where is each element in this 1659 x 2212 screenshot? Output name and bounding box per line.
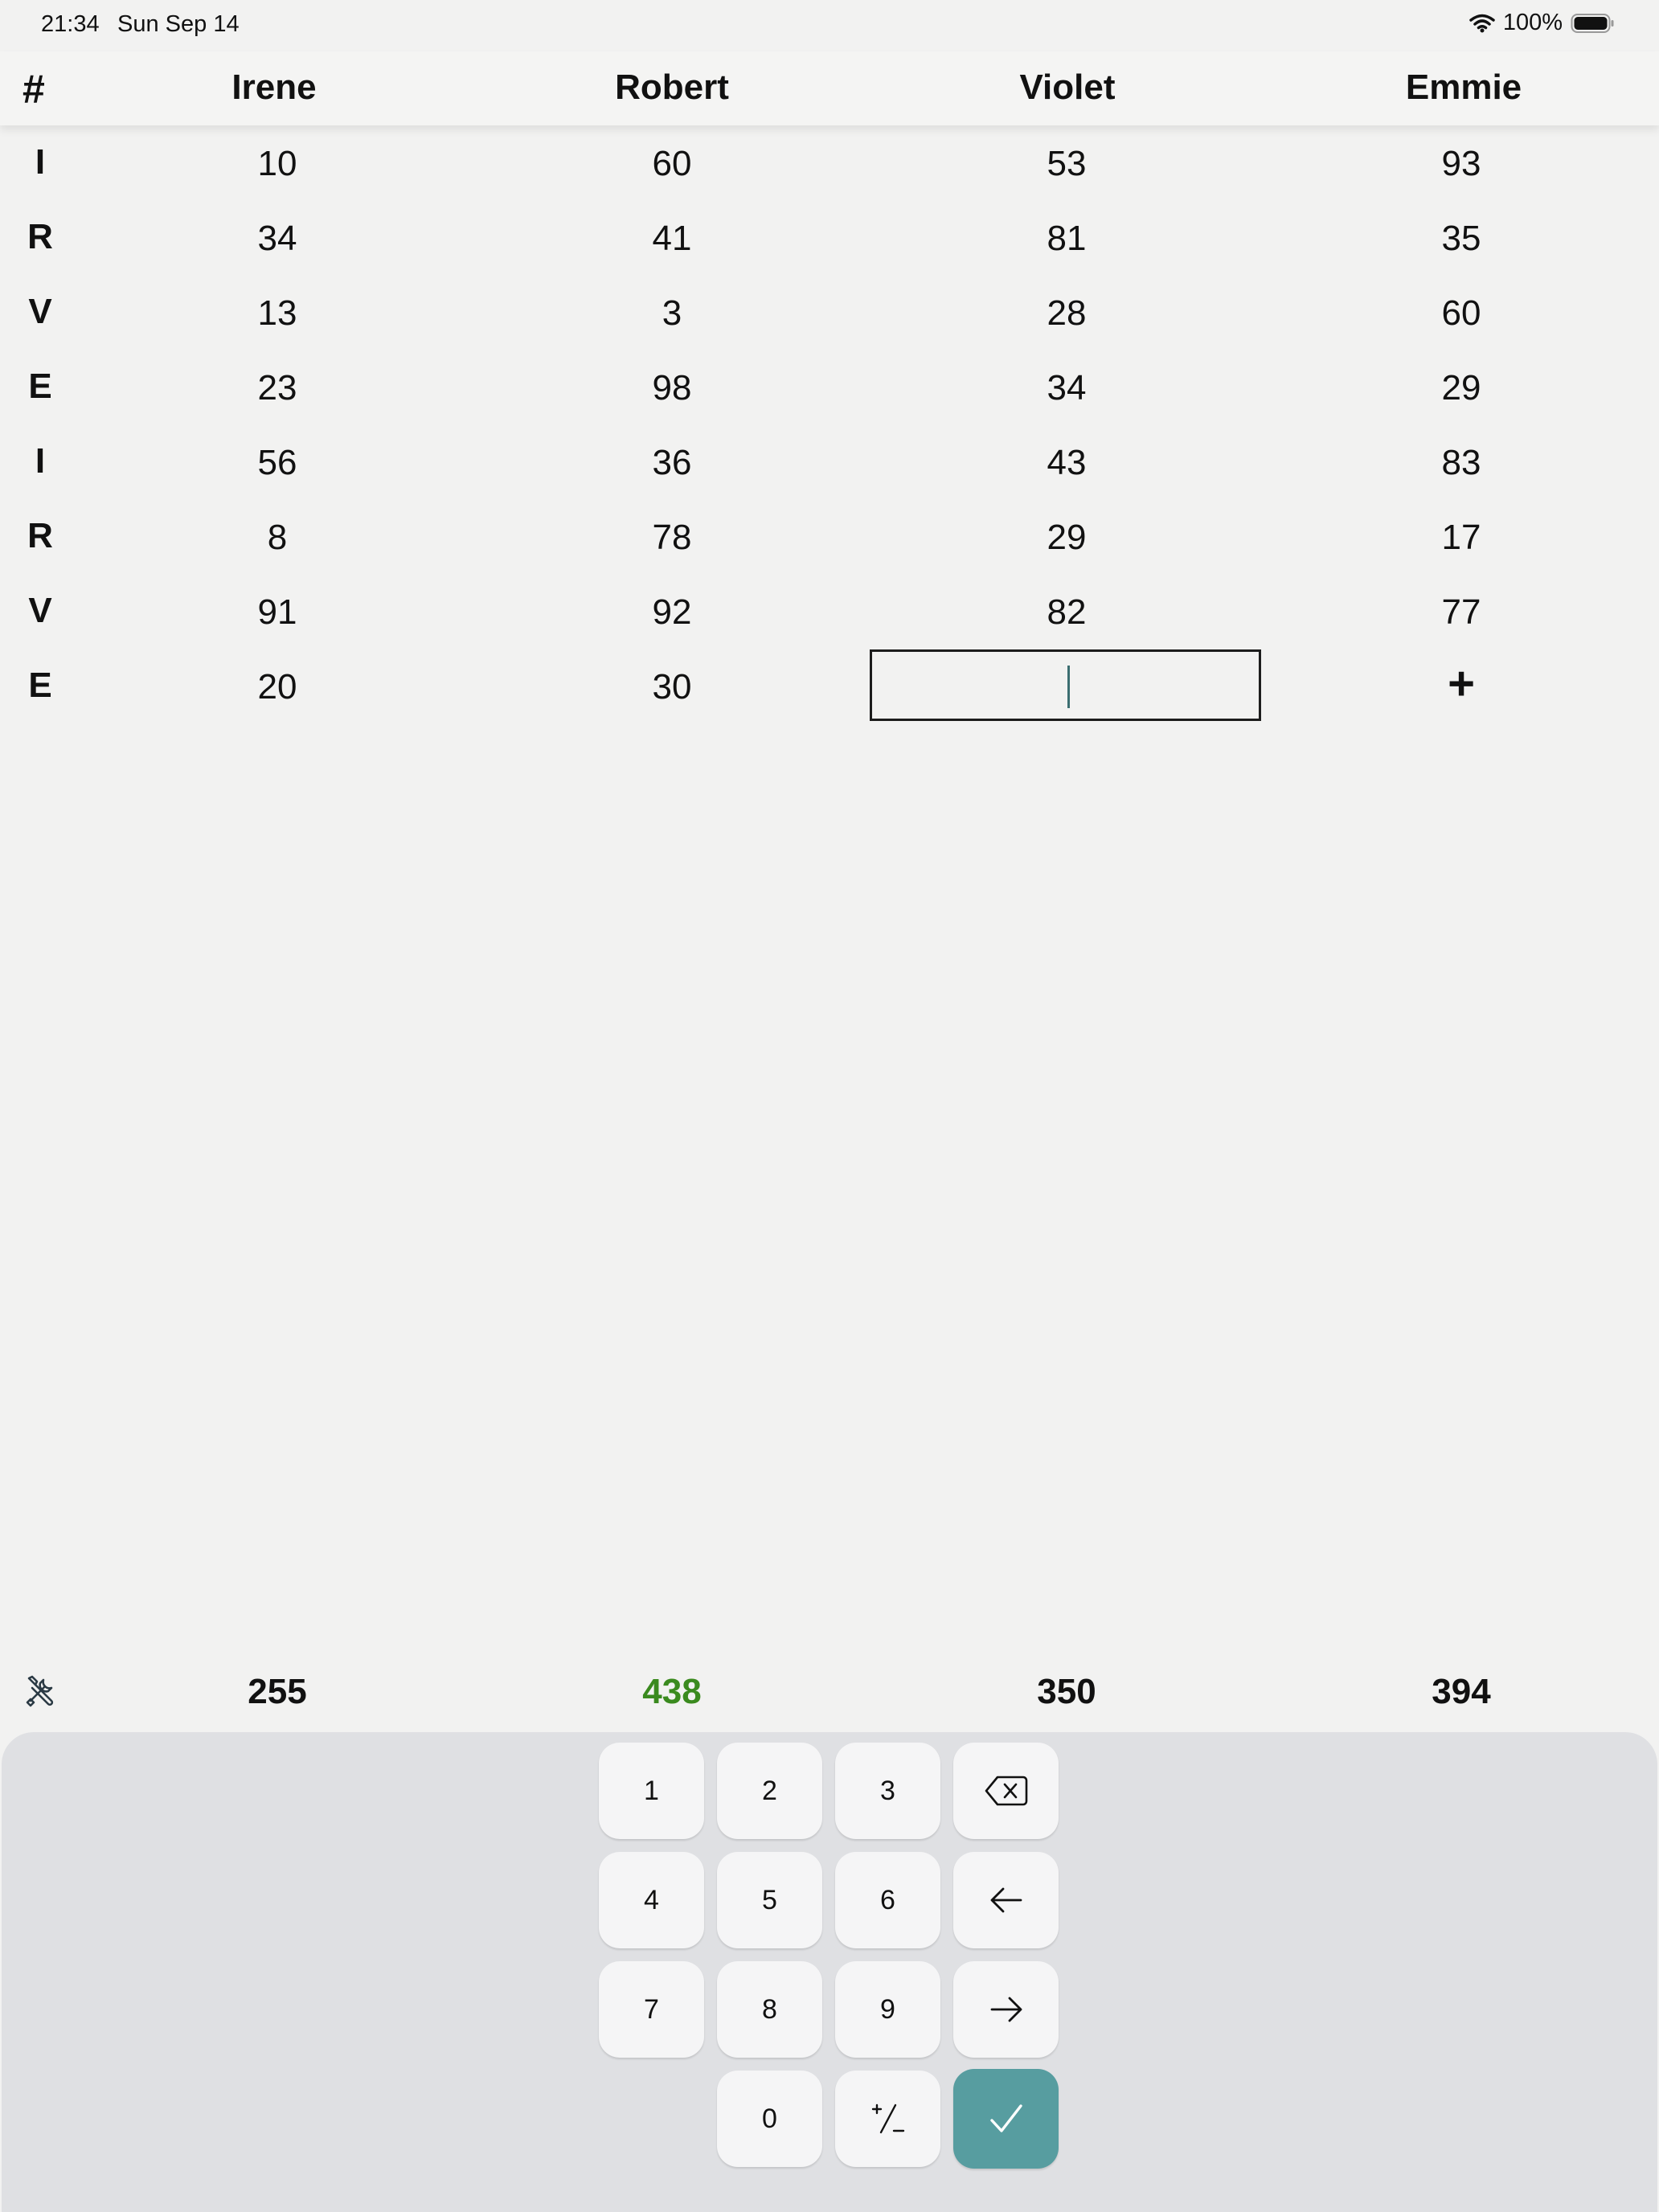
row-label: V	[28, 292, 52, 331]
row-label: E	[28, 666, 52, 705]
battery-icon	[1571, 13, 1614, 33]
score-cell[interactable]: 30	[653, 667, 692, 707]
status-bar: 21:34 Sun Sep 14 100%	[0, 0, 1659, 51]
score-cell[interactable]: 91	[258, 592, 297, 633]
score-cell[interactable]: 77	[1442, 592, 1481, 633]
score-row: R 8 78 29 17	[0, 500, 1659, 575]
checkmark-icon	[989, 2104, 1022, 2132]
key-4[interactable]: 4	[599, 1852, 704, 1948]
score-cell[interactable]: 10	[258, 144, 297, 184]
score-cell[interactable]: 13	[258, 293, 297, 334]
row-label: R	[27, 217, 53, 256]
previous-cell-key[interactable]	[953, 1852, 1059, 1948]
score-cell[interactable]: 92	[653, 592, 692, 633]
score-row: E 20 30	[0, 649, 1659, 724]
player-name-robert[interactable]: Robert	[615, 68, 729, 108]
score-row: E 23 98 34 29	[0, 350, 1659, 425]
key-0[interactable]: 0	[717, 2071, 822, 2167]
status-time: 21:34	[41, 11, 100, 37]
score-cell[interactable]: 98	[653, 368, 692, 408]
row-label: I	[35, 441, 46, 481]
score-cell[interactable]: 60	[1442, 293, 1481, 334]
score-cell[interactable]: 93	[1442, 144, 1481, 184]
score-input[interactable]	[870, 649, 1261, 721]
row-label: R	[27, 516, 53, 555]
key-5[interactable]: 5	[717, 1852, 822, 1948]
score-cell[interactable]: 53	[1047, 144, 1087, 184]
row-label: I	[35, 142, 46, 182]
total-violet: 350	[1037, 1672, 1096, 1711]
arrow-right-icon	[990, 1997, 1022, 2022]
wifi-icon	[1469, 14, 1495, 32]
score-cell[interactable]: 83	[1442, 443, 1481, 483]
score-cell[interactable]: 36	[653, 443, 692, 483]
battery-percent: 100%	[1502, 10, 1563, 35]
arrow-left-icon	[990, 1887, 1022, 1913]
score-cell[interactable]: 35	[1442, 219, 1481, 259]
player-name-emmie[interactable]: Emmie	[1406, 68, 1522, 108]
status-right: 100%	[1469, 10, 1616, 36]
score-cell[interactable]: 78	[653, 518, 692, 558]
key-8[interactable]: 8	[717, 1961, 822, 2058]
totals-row: 255 438 350 394	[0, 1664, 1659, 1720]
key-1[interactable]: 1	[599, 1743, 704, 1839]
total-irene: 255	[248, 1672, 307, 1711]
score-cell[interactable]: 8	[268, 518, 287, 558]
text-caret	[1067, 666, 1070, 708]
score-row: V 13 3 28 60	[0, 276, 1659, 350]
score-cell[interactable]: 3	[662, 293, 682, 334]
score-cell[interactable]: 56	[258, 443, 297, 483]
score-cell[interactable]: 82	[1047, 592, 1087, 633]
key-3[interactable]: 3	[835, 1743, 940, 1839]
add-round-button[interactable]: +	[1448, 661, 1475, 707]
tools-icon[interactable]	[23, 1673, 58, 1709]
score-cell[interactable]: 29	[1442, 368, 1481, 408]
key-9[interactable]: 9	[835, 1961, 940, 2058]
score-cell[interactable]: 34	[1047, 368, 1087, 408]
backspace-key[interactable]	[953, 1743, 1059, 1839]
score-cell[interactable]: 23	[258, 368, 297, 408]
score-row: I 10 60 53 93	[0, 126, 1659, 201]
score-cell[interactable]: 41	[653, 219, 692, 259]
round-column-header: #	[23, 67, 45, 112]
plus-minus-icon	[871, 2103, 904, 2134]
player-name-violet[interactable]: Violet	[1019, 68, 1115, 108]
player-name-irene[interactable]: Irene	[231, 68, 316, 108]
score-row: V 91 92 82 77	[0, 575, 1659, 649]
total-emmie: 394	[1432, 1672, 1491, 1711]
player-header: # Irene Robert Violet Emmie	[0, 51, 1659, 125]
confirm-button[interactable]	[953, 2069, 1059, 2169]
score-cell[interactable]: 28	[1047, 293, 1087, 334]
score-row: I 56 36 43 83	[0, 425, 1659, 500]
score-cell[interactable]: 81	[1047, 219, 1087, 259]
row-label: E	[28, 367, 52, 406]
row-label: V	[28, 591, 52, 630]
key-7[interactable]: 7	[599, 1961, 704, 2058]
total-robert: 438	[642, 1672, 702, 1711]
score-cell[interactable]: 20	[258, 667, 297, 707]
key-2[interactable]: 2	[717, 1743, 822, 1839]
score-cell[interactable]: 34	[258, 219, 297, 259]
score-cell[interactable]: 29	[1047, 518, 1087, 558]
score-row: R 34 41 81 35	[0, 201, 1659, 276]
score-cell[interactable]: 17	[1442, 518, 1481, 558]
next-cell-key[interactable]	[953, 1961, 1059, 2058]
sign-toggle-key[interactable]	[835, 2071, 940, 2167]
score-cell[interactable]: 60	[653, 144, 692, 184]
score-cell[interactable]: 43	[1047, 443, 1087, 483]
key-6[interactable]: 6	[835, 1852, 940, 1948]
status-date: Sun Sep 14	[117, 11, 240, 37]
backspace-icon	[985, 1776, 1027, 1806]
numeric-keypad: 1 2 3 4 5 6 7 8 9 0	[2, 1732, 1657, 2212]
